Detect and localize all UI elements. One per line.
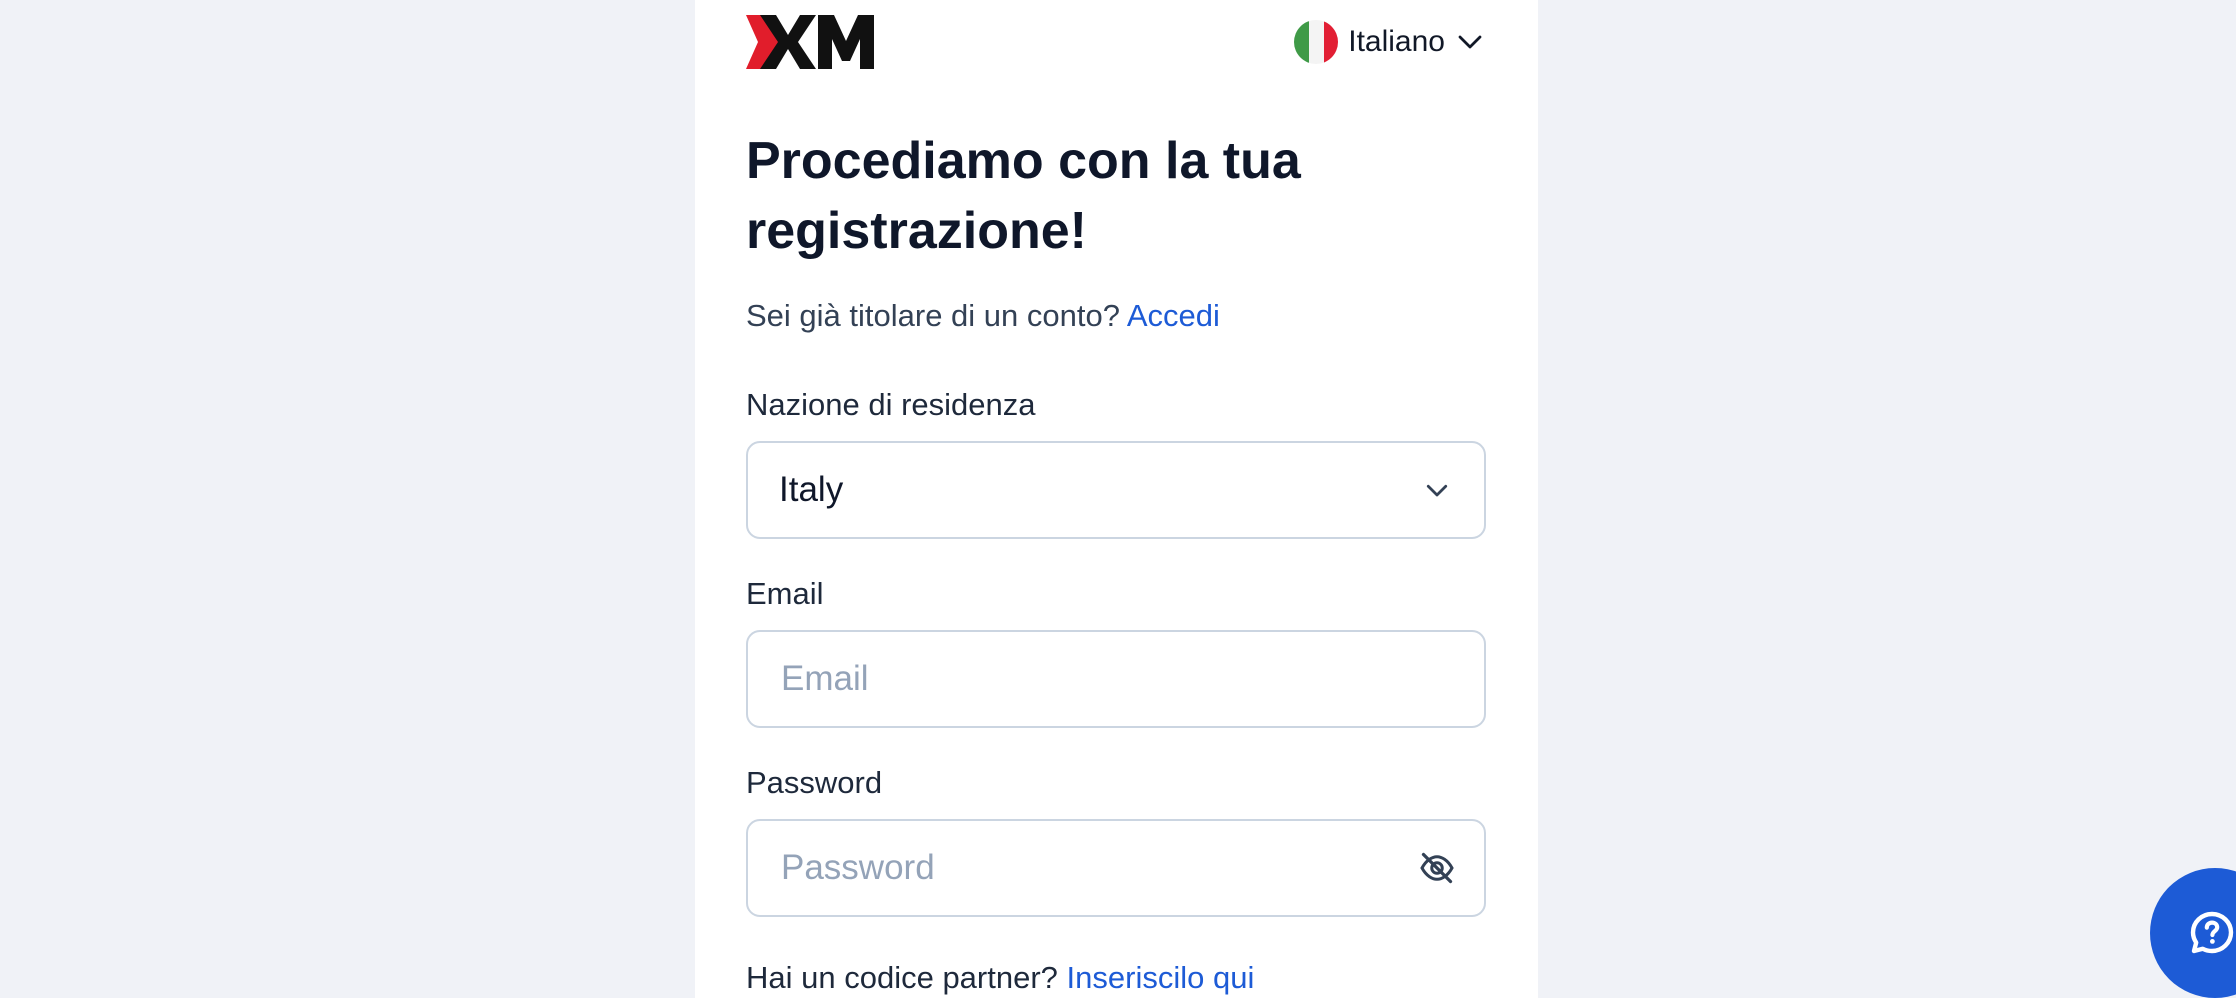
page-title: Procediamo con la tua registrazione! [746, 132, 1301, 260]
existing-account-prompt: Sei già titolare di un conto? [746, 298, 1120, 333]
login-link[interactable]: Accedi [1127, 298, 1220, 333]
email-field[interactable] [779, 648, 1456, 710]
email-label: Email [746, 576, 824, 611]
logo-m-mark [818, 15, 874, 69]
password-field-box [746, 819, 1486, 917]
chevron-down-icon [1458, 35, 1482, 49]
italy-flag-icon [1294, 20, 1339, 64]
country-select[interactable]: Italy [746, 441, 1486, 539]
existing-account-line: Sei già titolare di un conto? Accedi [746, 298, 1220, 334]
help-chat-icon [2190, 911, 2234, 954]
chevron-down-icon [1418, 471, 1456, 509]
country-label: Nazione di residenza [746, 387, 1036, 422]
xm-logo [746, 15, 874, 69]
partner-code-line: Hai un codice partner? Inseriscilo qui [746, 960, 1254, 996]
language-label: Italiano [1348, 25, 1445, 58]
partner-code-prompt: Hai un codice partner? [746, 960, 1058, 995]
partner-code-link[interactable]: Inseriscilo qui [1067, 960, 1255, 995]
password-label: Password [746, 765, 883, 800]
eye-off-icon[interactable] [1418, 849, 1456, 887]
country-selected-value: Italy [779, 470, 844, 509]
password-field[interactable] [779, 837, 1418, 899]
email-field-box [746, 630, 1486, 728]
help-chat-button[interactable] [2150, 868, 2236, 998]
language-selector[interactable]: Italiano [1294, 18, 1485, 66]
